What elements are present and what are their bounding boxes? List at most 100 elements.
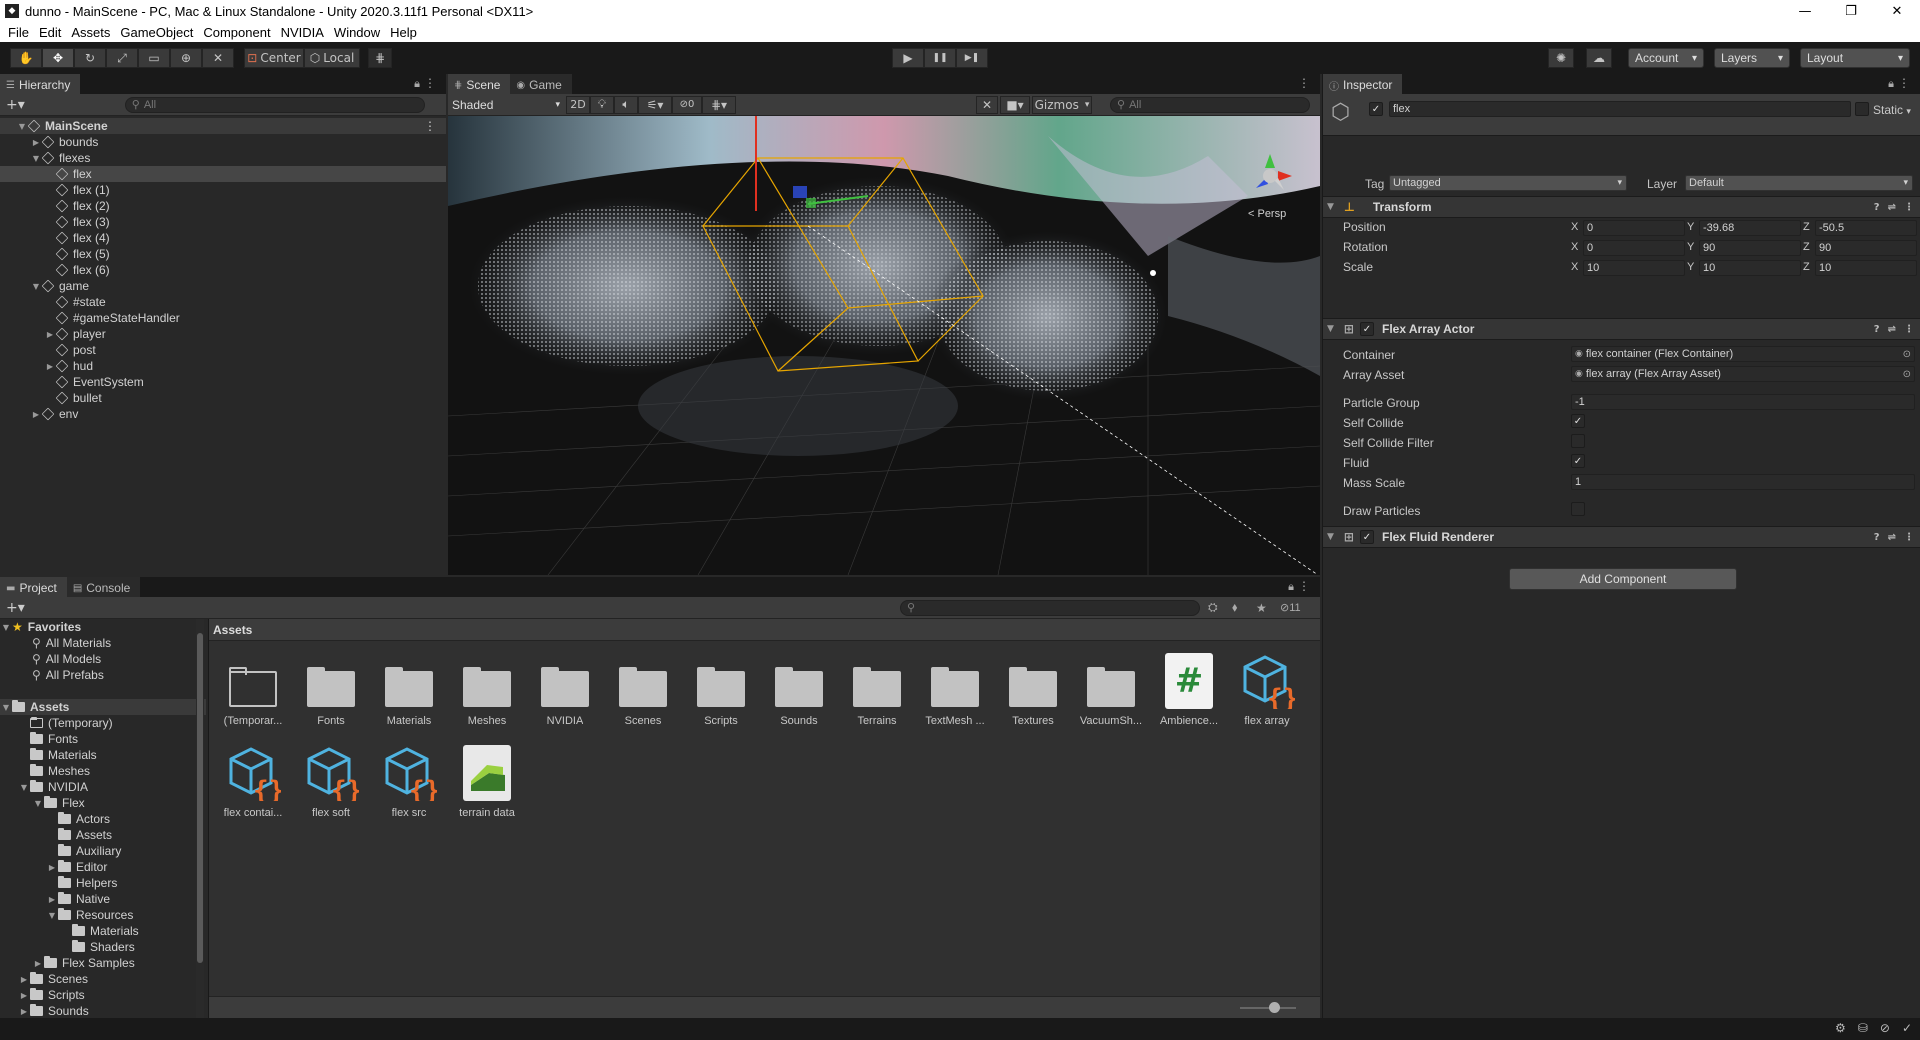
foldout-arrow-icon[interactable]: ▶	[32, 959, 44, 968]
hierarchy-item[interactable]: ▶ bounds	[0, 134, 446, 150]
tab-project[interactable]: ▬ Project	[0, 577, 67, 597]
layout-dropdown[interactable]: Layout	[1800, 48, 1910, 68]
pivot-local-button[interactable]: ⬡ Local	[304, 48, 360, 68]
draw-particles-checkbox[interactable]	[1571, 502, 1585, 516]
gizmos-dropdown[interactable]: Gizmos ▾	[1032, 95, 1092, 114]
foldout-arrow-icon[interactable]: ▶	[44, 330, 56, 339]
layer-dropdown[interactable]: Default ▾	[1685, 175, 1913, 191]
auto-generate-lighting-icon[interactable]: ⊘	[1880, 1021, 1890, 1035]
asset-item[interactable]: {} flex soft	[292, 745, 370, 819]
tools-button[interactable]: ✕	[976, 95, 998, 114]
favorites-star-icon[interactable]: ★	[1256, 601, 1267, 615]
create-add-icon[interactable]: +▾	[6, 97, 25, 113]
scale-tool-button[interactable]: ⤢	[106, 48, 138, 68]
scale-x-field[interactable]: 10	[1583, 260, 1685, 276]
rotation-y-field[interactable]: 90	[1699, 240, 1801, 256]
grid-dropdown[interactable]: ⋕▾	[702, 95, 736, 114]
asset-item[interactable]: Fonts	[292, 653, 370, 727]
asset-item[interactable]: VacuumSh...	[1072, 653, 1150, 727]
folder-tree-item[interactable]: Materials	[0, 923, 206, 939]
pivot-center-button[interactable]: ⊡ Center	[244, 48, 304, 68]
object-name-field[interactable]: flex	[1389, 101, 1851, 117]
add-component-button[interactable]: Add Component	[1509, 568, 1737, 590]
2d-toggle-button[interactable]: 2D	[566, 95, 590, 114]
hidden-packages-toggle[interactable]: ⊘11	[1280, 601, 1301, 614]
play-button[interactable]: ▶	[892, 48, 924, 68]
preset-icon[interactable]: ⇌	[1888, 202, 1896, 213]
lock-icon[interactable]: 🔒︎	[414, 77, 420, 91]
foldout-arrow-icon[interactable]: ▶	[18, 975, 30, 984]
component-menu-icon[interactable]: ⋮	[1904, 532, 1914, 543]
icon-size-slider[interactable]	[1240, 1007, 1296, 1009]
tab-scene[interactable]: ⋕ Scene	[448, 74, 511, 94]
asset-item[interactable]: terrain data	[448, 745, 526, 819]
folder-tree-item[interactable]: ▶ Scripts	[0, 987, 206, 1003]
asset-item[interactable]: Scenes	[604, 653, 682, 727]
foldout-arrow-icon[interactable]: ▶	[44, 362, 56, 371]
static-checkbox[interactable]	[1855, 102, 1869, 116]
folder-tree-item[interactable]: ▶ Native	[0, 891, 206, 907]
lighting-toggle-button[interactable]: 💡︎	[590, 95, 614, 114]
folder-tree-item[interactable]: (Temporary)	[0, 715, 206, 731]
hierarchy-item[interactable]: ▼ flexes	[0, 150, 446, 166]
camera-dropdown[interactable]: ■▾	[1000, 95, 1030, 114]
folder-tree-item[interactable]: Fonts	[0, 731, 206, 747]
asset-item[interactable]: Terrains	[838, 653, 916, 727]
panel-menu-icon[interactable]: ⋮	[1898, 76, 1910, 90]
hierarchy-item[interactable]: flex	[0, 166, 446, 182]
bug-icon[interactable]: ⚙	[1835, 1021, 1846, 1035]
check-icon[interactable]: ✓	[1902, 1021, 1912, 1035]
minimize-button[interactable]: —	[1782, 0, 1828, 22]
active-checkbox[interactable]: ✓	[1369, 102, 1383, 116]
pause-button[interactable]: ❚❚	[924, 48, 956, 68]
tree-scrollbar[interactable]	[196, 619, 204, 1018]
preset-icon[interactable]: ⇌	[1888, 324, 1896, 335]
hierarchy-item[interactable]: flex (2)	[0, 198, 446, 214]
icon-size-slider-thumb[interactable]	[1269, 1002, 1280, 1013]
hierarchy-item[interactable]: ▶ player	[0, 326, 446, 342]
asset-item[interactable]: Meshes	[448, 653, 526, 727]
hierarchy-item[interactable]: flex (5)	[0, 246, 446, 262]
asset-item[interactable]: Scripts	[682, 653, 760, 727]
position-y-field[interactable]: -39.68	[1699, 220, 1801, 236]
favorite-item[interactable]: ⚲ All Materials	[0, 635, 206, 651]
menu-edit[interactable]: Edit	[34, 25, 66, 40]
self-collide-filter-checkbox[interactable]	[1571, 434, 1585, 448]
object-picker-icon[interactable]: ⊙	[1903, 349, 1911, 360]
asset-item[interactable]: Materials	[370, 653, 448, 727]
transform-header[interactable]: ▼ ⊥ Transform ? ⇌ ⋮	[1323, 196, 1920, 218]
hierarchy-item[interactable]: flex (6)	[0, 262, 446, 278]
folder-tree-item[interactable]: Helpers	[0, 875, 206, 891]
folder-tree-item[interactable]: Actors	[0, 811, 206, 827]
hierarchy-search-input[interactable]: ⚲ All	[124, 96, 425, 113]
foldout-arrow-icon[interactable]: ▼	[1327, 532, 1334, 542]
scene-menu-icon[interactable]: ⋮	[424, 119, 436, 133]
hidden-objects-toggle[interactable]: ⊘ 0	[672, 95, 702, 114]
static-dropdown[interactable]: Static ▾	[1873, 103, 1911, 117]
foldout-arrow-icon[interactable]: ▼	[1327, 324, 1334, 334]
hierarchy-item[interactable]: ▶ env	[0, 406, 446, 422]
hand-tool-button[interactable]: ✋	[10, 48, 42, 68]
tab-console[interactable]: ▤ Console	[66, 577, 141, 597]
rotate-tool-button[interactable]: ↻	[74, 48, 106, 68]
restore-button[interactable]: ❐	[1828, 0, 1874, 22]
mass-scale-field[interactable]: 1	[1571, 474, 1915, 490]
asset-item[interactable]: Textures	[994, 653, 1072, 727]
asset-item[interactable]: {} flex contai...	[214, 745, 292, 819]
hierarchy-item[interactable]: post	[0, 342, 446, 358]
folder-tree-item[interactable]: ▶ Sounds	[0, 1003, 206, 1018]
folder-tree-item[interactable]: ▶ Flex Samples	[0, 955, 206, 971]
hierarchy-item[interactable]: #gameStateHandler	[0, 310, 446, 326]
hierarchy-item[interactable]: ▶ hud	[0, 358, 446, 374]
breadcrumb[interactable]: Assets	[209, 619, 1320, 641]
cloud-button[interactable]: ☁	[1586, 48, 1612, 68]
tab-hierarchy[interactable]: ☰ Hierarchy	[0, 74, 81, 94]
folder-tree-item[interactable]: ▶ Editor	[0, 859, 206, 875]
effects-dropdown[interactable]: ⚟▾	[638, 95, 672, 114]
rect-tool-button[interactable]: ▭	[138, 48, 170, 68]
favorite-item[interactable]: ⚲ All Models	[0, 651, 206, 667]
foldout-arrow-icon[interactable]: ▶	[18, 1007, 30, 1016]
menu-help[interactable]: Help	[385, 25, 422, 40]
scale-y-field[interactable]: 10	[1699, 260, 1801, 276]
favorites-header[interactable]: ▼ ★ Favorites	[0, 619, 206, 635]
